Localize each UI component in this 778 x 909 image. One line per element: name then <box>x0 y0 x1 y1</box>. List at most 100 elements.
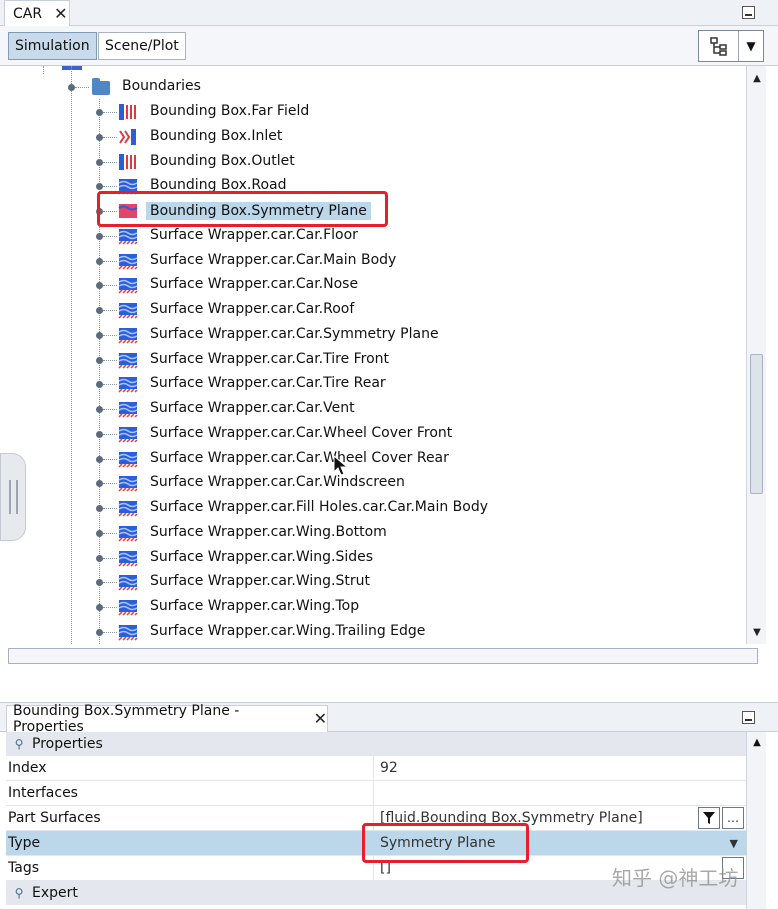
chevron-down-icon[interactable]: ▼ <box>730 837 738 850</box>
property-value[interactable]: 92 <box>374 756 746 780</box>
expand-toggle-icon[interactable] <box>96 159 103 166</box>
expand-toggle-icon[interactable] <box>96 109 103 116</box>
tree-connector <box>103 360 117 361</box>
tree-node-label: Bounding Box.Far Field <box>150 103 310 119</box>
section-expert-label: Expert <box>32 885 78 901</box>
expand-toggle-icon[interactable] <box>96 307 103 314</box>
tree-horizontal-scrollbar[interactable] <box>8 648 758 664</box>
expand-toggle-icon[interactable] <box>68 84 75 91</box>
tree-connector <box>103 285 117 286</box>
tree-connector <box>103 186 117 187</box>
panel-drag-handle[interactable] <box>0 453 26 541</box>
expand-toggle-icon[interactable] <box>96 282 103 289</box>
minimize-icon[interactable] <box>742 6 755 19</box>
expand-toggle-icon[interactable] <box>96 530 103 537</box>
ellipsis-button[interactable]: … <box>722 807 744 829</box>
expand-toggle-icon[interactable] <box>96 406 103 413</box>
wall-boundary-icon <box>118 375 138 393</box>
expand-toggle-icon[interactable] <box>96 183 103 190</box>
expand-toggle-icon[interactable] <box>96 134 103 141</box>
expand-toggle-icon[interactable] <box>96 233 103 240</box>
tab-simulation[interactable]: Simulation <box>8 32 97 60</box>
chevron-down-icon: ▼ <box>746 39 756 53</box>
tree-connector <box>103 533 117 534</box>
tree-node-boundary[interactable]: Surface Wrapper.car.Car.Windscreen <box>0 471 740 495</box>
scroll-down-icon[interactable]: ▼ <box>747 622 767 642</box>
tree-node-boundary[interactable]: Surface Wrapper.car.Car.Symmetry Plane <box>0 323 740 347</box>
expand-toggle-icon[interactable] <box>96 258 103 265</box>
tree-node-boundaries[interactable]: Boundaries <box>0 75 740 99</box>
expand-toggle-icon[interactable] <box>96 431 103 438</box>
expand-toggle-icon[interactable] <box>96 505 103 512</box>
wall-boundary-icon <box>118 425 138 443</box>
scroll-up-icon[interactable]: ▲ <box>747 732 767 752</box>
tree-node-boundary[interactable]: Surface Wrapper.car.Wing.Top <box>0 595 740 619</box>
filter-icon[interactable] <box>698 807 720 829</box>
property-value[interactable] <box>374 781 746 805</box>
section-properties-label: Properties <box>32 736 103 752</box>
expand-toggle-icon[interactable] <box>96 357 103 364</box>
expand-toggle-icon[interactable] <box>96 604 103 611</box>
properties-tab-bar: Bounding Box.Symmetry Plane - Properties… <box>0 702 778 735</box>
tree-node-boundary[interactable]: Surface Wrapper.car.Wing.Bottom <box>0 521 740 545</box>
tree-node-boundary[interactable]: Surface Wrapper.car.Car.Nose <box>0 273 740 297</box>
tab-scene-plot[interactable]: Scene/Plot <box>98 32 186 60</box>
wall-boundary-icon <box>118 326 138 344</box>
tree-node-label: Surface Wrapper.car.Car.Main Body <box>150 252 397 268</box>
wall-boundary-icon <box>118 252 138 270</box>
tree-node-boundary[interactable]: Surface Wrapper.car.Car.Floor <box>0 224 740 248</box>
scrollbar-thumb[interactable] <box>750 354 763 494</box>
tree-node-boundary[interactable]: Surface Wrapper.car.Car.Tire Rear <box>0 372 740 396</box>
outlet-boundary-icon <box>118 153 138 171</box>
close-icon[interactable]: ✕ <box>54 5 67 22</box>
expand-toggle-icon[interactable] <box>96 381 103 388</box>
properties-tab[interactable]: Bounding Box.Symmetry Plane - Properties… <box>6 703 328 735</box>
tree-vertical-scrollbar[interactable]: ▲ ▼ <box>746 66 766 644</box>
tree-connector <box>103 434 117 435</box>
close-icon[interactable]: ✕ <box>314 711 327 727</box>
tree-node-label: Surface Wrapper.car.Wing.Top <box>150 598 360 614</box>
tree-node-boundary[interactable]: Surface Wrapper.car.Wing.Strut <box>0 570 740 594</box>
tree-node-boundary[interactable]: Bounding Box.Far Field <box>0 100 740 124</box>
scroll-up-icon[interactable]: ▲ <box>747 68 767 88</box>
expand-toggle-icon[interactable] <box>96 332 103 339</box>
tree-connector <box>103 483 117 484</box>
property-row-interfaces[interactable]: Interfaces <box>6 781 746 806</box>
document-tab-label: CAR <box>13 5 43 22</box>
view-tab-bar: Simulation Scene/Plot ▼ <box>0 26 778 66</box>
tree-node-boundary[interactable]: Bounding Box.Outlet <box>0 150 740 174</box>
tree-connector <box>103 310 117 311</box>
tree-connector <box>103 137 117 138</box>
wall-boundary-icon <box>118 276 138 294</box>
tree-node-boundary[interactable]: Surface Wrapper.car.Car.Main Body <box>0 249 740 273</box>
tab-scene-plot-label: Scene/Plot <box>105 38 179 54</box>
wall-boundary-icon <box>118 474 138 492</box>
tree-connector <box>103 112 117 113</box>
property-row-index[interactable]: Index 92 <box>6 756 746 781</box>
inlet-boundary-icon <box>118 128 138 146</box>
tree-node-boundary[interactable]: Surface Wrapper.car.Car.Tire Front <box>0 348 740 372</box>
expand-toggle-icon[interactable] <box>96 579 103 586</box>
tree-guide-line <box>43 66 44 74</box>
expand-toggle-icon[interactable] <box>96 480 103 487</box>
tree-node-boundary[interactable]: Surface Wrapper.car.Car.Vent <box>0 397 740 421</box>
tree-view-menu-button[interactable]: ▼ <box>698 30 764 62</box>
expand-toggle-icon[interactable] <box>96 629 103 636</box>
tree-node-boundary[interactable]: Surface Wrapper.car.Wing.Sides <box>0 546 740 570</box>
tree-node-label: Surface Wrapper.car.Car.Roof <box>150 301 355 317</box>
tree-connector <box>103 261 117 262</box>
tree-node-boundary[interactable]: Surface Wrapper.car.Car.Roof <box>0 298 740 322</box>
tree-node-boundary[interactable]: Bounding Box.Inlet <box>0 125 740 149</box>
tree-node-boundary[interactable]: Surface Wrapper.car.Car.Wheel Cover Fron… <box>0 422 740 446</box>
minimize-icon[interactable] <box>742 711 755 724</box>
tree-node-boundary[interactable]: Surface Wrapper.car.Car.Wheel Cover Rear <box>0 447 740 471</box>
expand-toggle-icon[interactable] <box>96 555 103 562</box>
document-tab-car[interactable]: CAR ✕ <box>4 0 70 26</box>
tree-node-boundary[interactable]: Surface Wrapper.car.Wing.Trailing Edge <box>0 620 740 644</box>
annotation-highlight-box <box>97 191 388 227</box>
properties-vertical-scrollbar[interactable]: ▲ <box>746 732 766 909</box>
expand-toggle-icon[interactable] <box>96 456 103 463</box>
wall-boundary-icon <box>118 524 138 542</box>
section-properties[interactable]: ⚲ Properties <box>6 732 746 756</box>
tree-node-boundary[interactable]: Surface Wrapper.car.Fill Holes.car.Car.M… <box>0 496 740 520</box>
